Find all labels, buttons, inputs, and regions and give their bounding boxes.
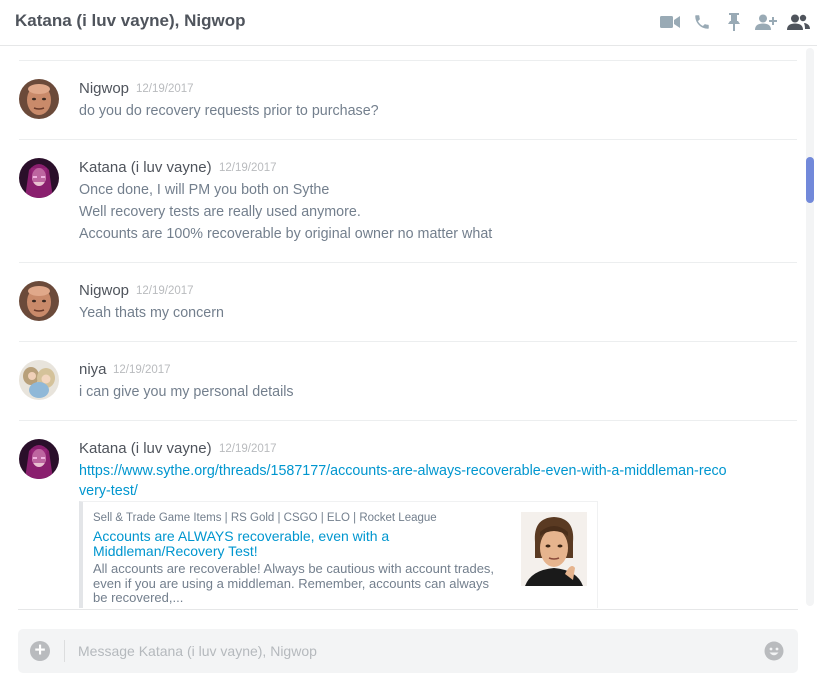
message-text: Well recovery tests are really used anym…	[79, 204, 361, 220]
message-group: Nigwop 12/19/2017 do you do recovery req…	[19, 60, 797, 140]
emoji-picker-icon[interactable]	[764, 641, 784, 661]
message-link[interactable]: https://www.sythe.org/threads/1587177/ac…	[79, 461, 729, 501]
message-composer: +	[18, 629, 798, 673]
message-timestamp: 12/19/2017	[136, 83, 194, 95]
video-call-icon[interactable]	[654, 10, 686, 34]
header-toolbar	[654, 10, 814, 34]
avatar-katana[interactable]	[19, 439, 59, 479]
channel-title: Katana (i luv vayne), Nigwop	[15, 11, 246, 30]
members-icon[interactable]	[782, 10, 814, 34]
message-group: Katana (i luv vayne) 12/19/2017 Once don…	[19, 139, 797, 263]
message-username[interactable]: Katana (i luv vayne)	[79, 440, 212, 457]
composer-divider	[18, 609, 798, 610]
messages-scrollbar-track[interactable]	[806, 48, 814, 606]
embed-description: All accounts are recoverable! Always be …	[93, 561, 495, 605]
message-timestamp: 12/19/2017	[219, 443, 277, 455]
pin-icon[interactable]	[718, 10, 750, 34]
message-username[interactable]: niya	[79, 361, 107, 378]
channel-header: Katana (i luv vayne), Nigwop	[0, 0, 817, 46]
messages-scrollbar-thumb[interactable]	[806, 157, 814, 203]
message-timestamp: 12/19/2017	[219, 162, 277, 174]
messages-list[interactable]: Nigwop 12/19/2017 do you do recovery req…	[0, 46, 804, 608]
message-timestamp: 12/19/2017	[136, 285, 194, 297]
avatar-nigwop[interactable]	[19, 79, 59, 119]
message-text: Yeah thats my concern	[79, 305, 224, 321]
add-friend-icon[interactable]	[750, 10, 782, 34]
embed-thumbnail[interactable]	[521, 512, 587, 586]
message-text: i can give you my personal details	[79, 384, 294, 400]
message-timestamp: 12/19/2017	[113, 364, 171, 376]
message-group: Katana (i luv vayne) 12/19/2017 https://…	[19, 420, 797, 608]
composer-separator	[64, 640, 65, 662]
link-embed: Sell & Trade Game Items | RS Gold | CSGO…	[79, 501, 598, 608]
message-username[interactable]: Nigwop	[79, 80, 129, 97]
avatar-nigwop[interactable]	[19, 281, 59, 321]
upload-plus-icon[interactable]: +	[30, 641, 50, 661]
message-text: Once done, I will PM you both on Sythe	[79, 182, 330, 198]
message-group: Nigwop 12/19/2017 Yeah thats my concern	[19, 262, 797, 342]
avatar-niya[interactable]	[19, 360, 59, 400]
message-input[interactable]	[78, 641, 738, 661]
message-text: Accounts are 100% recoverable by origina…	[79, 226, 493, 242]
message-group: niya 12/19/2017 i can give you my person…	[19, 341, 797, 421]
message-text: do you do recovery requests prior to pur…	[79, 103, 379, 119]
embed-title[interactable]: Accounts are ALWAYS recoverable, even wi…	[93, 529, 393, 559]
avatar-katana[interactable]	[19, 158, 59, 198]
embed-provider[interactable]: Sell & Trade Game Items | RS Gold | CSGO…	[93, 512, 437, 524]
message-username[interactable]: Katana (i luv vayne)	[79, 159, 212, 176]
message-username[interactable]: Nigwop	[79, 282, 129, 299]
voice-call-icon[interactable]	[686, 10, 718, 34]
